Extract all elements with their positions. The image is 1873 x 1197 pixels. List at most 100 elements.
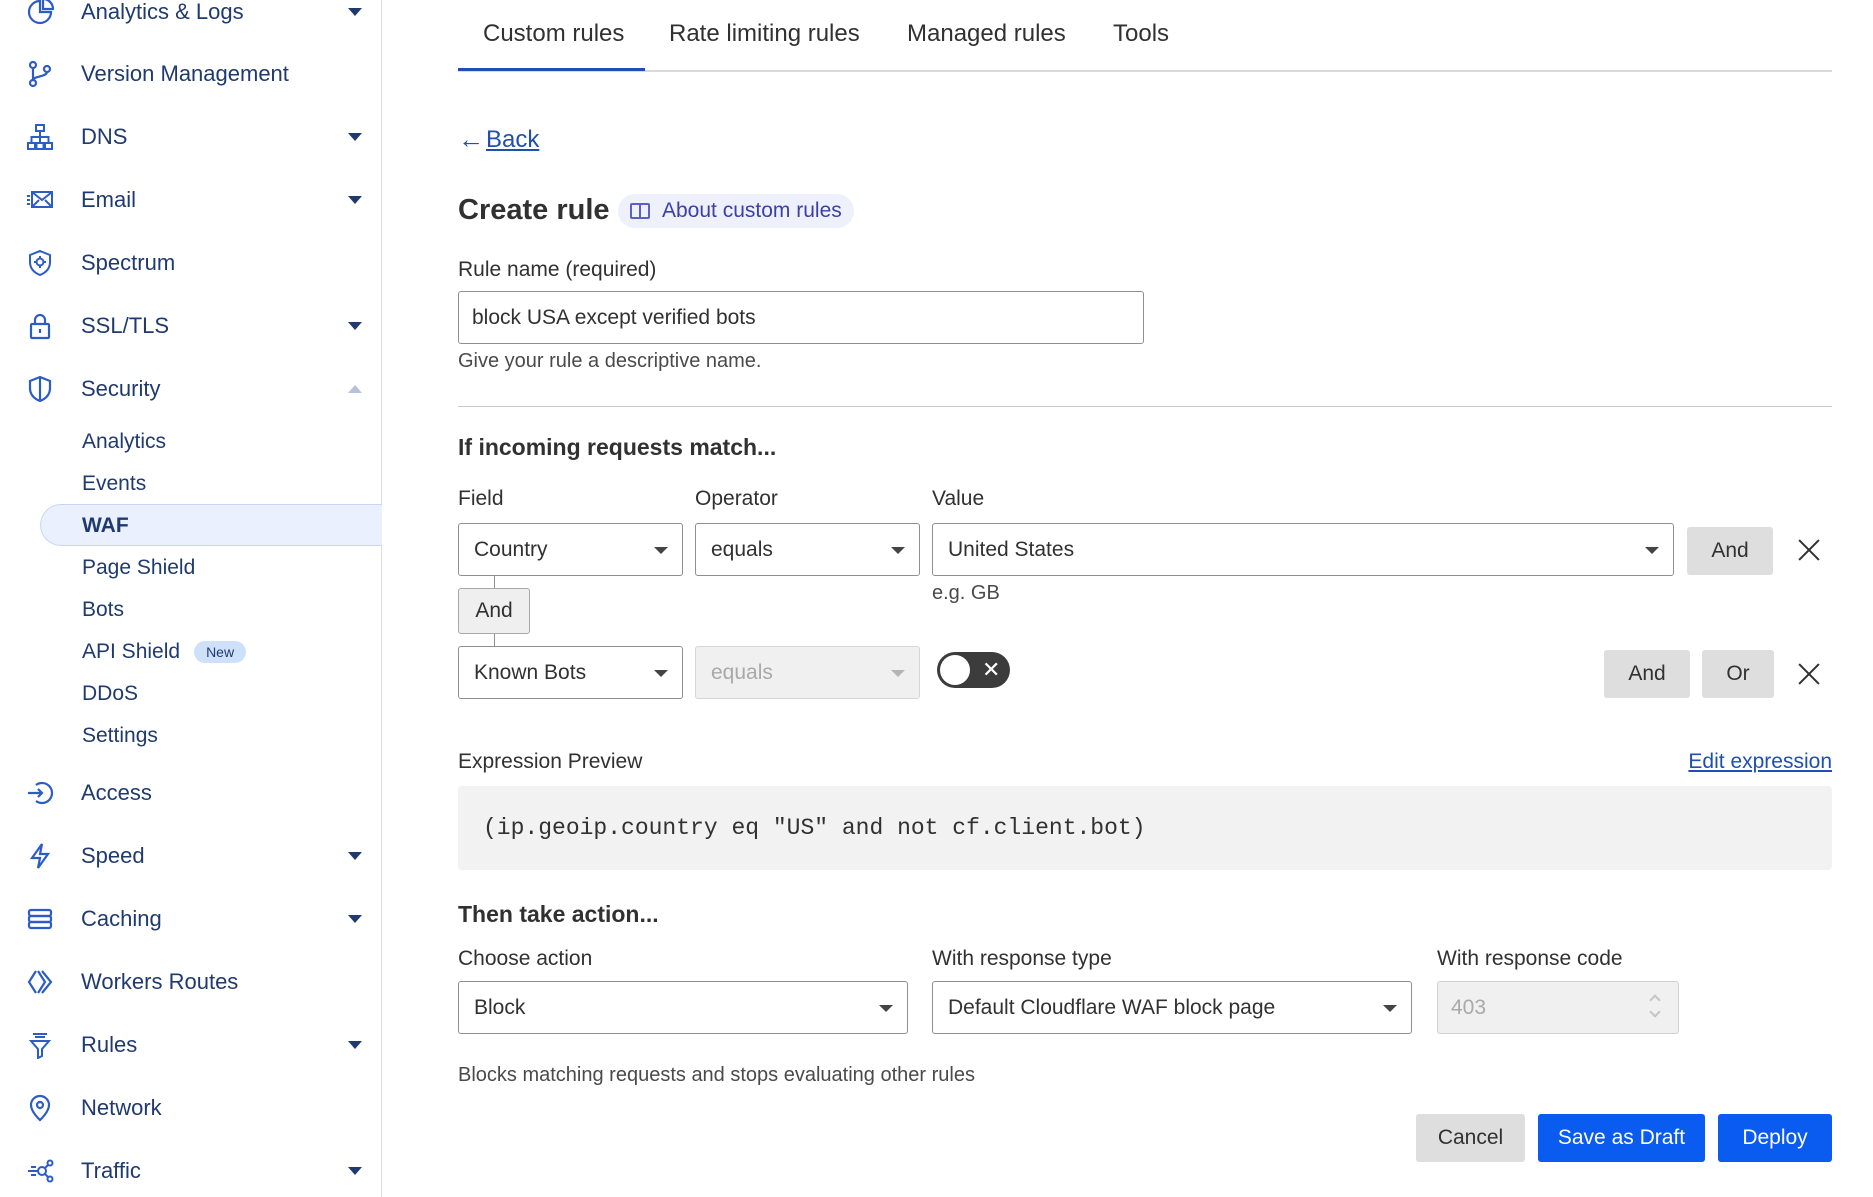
connector-and-button[interactable]: And (458, 588, 530, 634)
sidebar-item-ssl-tls[interactable]: SSL/TLS (0, 298, 382, 354)
deploy-button[interactable]: Deploy (1718, 1114, 1832, 1162)
cancel-button[interactable]: Cancel (1416, 1114, 1525, 1162)
sidebar: Analytics & Logs Version Management DNS … (0, 0, 382, 1197)
back-link[interactable]: ← Back (458, 124, 539, 155)
sidebar-item-label: Rules (81, 1032, 138, 1057)
response-type-select[interactable]: Default Cloudflare WAF block page (932, 981, 1412, 1034)
value-column-label: Value (932, 487, 985, 510)
active-tab-indicator (458, 68, 645, 71)
sidebar-item-label: DNS (81, 124, 128, 149)
field-select-1[interactable]: Country (458, 523, 683, 576)
about-link-label: About custom rules (662, 199, 842, 222)
sidebar-subitem-analytics[interactable]: Analytics (82, 422, 166, 462)
section-divider (458, 406, 1832, 407)
sidebar-subitem-bots[interactable]: Bots (82, 590, 124, 630)
network-tree-icon (24, 121, 56, 153)
sidebar-item-traffic[interactable]: Traffic (0, 1143, 382, 1197)
connector-line (494, 576, 495, 588)
field-select-value: Country (474, 537, 548, 561)
lightning-icon (24, 840, 56, 872)
sidebar-item-rules[interactable]: Rules (0, 1017, 382, 1073)
response-type-label: With response type (932, 947, 1112, 970)
choose-action-select[interactable]: Block (458, 981, 908, 1034)
sidebar-item-label: Spectrum (81, 250, 176, 275)
sidebar-subitem-label: API Shield (82, 640, 181, 663)
and-button-2[interactable]: And (1604, 650, 1690, 698)
sidebar-item-network[interactable]: Network (0, 1080, 382, 1136)
rule-name-label: Rule name (required) (458, 258, 657, 281)
sidebar-item-label: Speed (81, 843, 145, 868)
field-select-value: Known Bots (474, 660, 587, 684)
sidebar-item-label: Workers Routes (81, 969, 239, 994)
sidebar-subitem-api-shield[interactable]: API Shield New (82, 632, 247, 672)
toggle-off-x-icon: ✕ (982, 657, 1001, 682)
sidebar-item-label: Analytics & Logs (81, 0, 244, 24)
book-icon (630, 203, 650, 219)
operator-column-label: Operator (695, 487, 778, 510)
save-as-draft-button[interactable]: Save as Draft (1538, 1114, 1705, 1162)
caret-down-icon (654, 546, 668, 554)
expression-preview-label: Expression Preview (458, 750, 643, 773)
sidebar-subitem-waf[interactable]: WAF (82, 506, 129, 546)
about-custom-rules-link[interactable]: About custom rules (618, 194, 854, 228)
chevron-up-icon (348, 385, 362, 393)
pie-chart-icon (24, 0, 56, 28)
action-section-title: Then take action... (458, 901, 659, 927)
chevron-down-icon (348, 322, 362, 330)
tab-tools[interactable]: Tools (1113, 20, 1169, 48)
workers-icon (24, 966, 56, 998)
lock-icon (24, 310, 56, 342)
sidebar-item-label: Security (81, 376, 161, 401)
operator-select-1[interactable]: equals (695, 523, 920, 576)
chevron-down-icon (348, 915, 362, 923)
operator-select-2: equals (695, 646, 920, 699)
operator-select-value: equals (711, 660, 773, 684)
edit-expression-link[interactable]: Edit expression (1688, 750, 1832, 774)
page-title: Create rule (458, 194, 610, 226)
sidebar-item-speed[interactable]: Speed (0, 828, 382, 884)
sidebar-item-email[interactable]: Email (0, 172, 382, 228)
traffic-nodes-icon (24, 1155, 56, 1187)
field-select-2[interactable]: Known Bots (458, 646, 683, 699)
chevron-down-icon (348, 196, 362, 204)
rule-name-help: Give your rule a descriptive name. (458, 350, 762, 372)
sidebar-subitem-ddos[interactable]: DDoS (82, 674, 138, 714)
rule-name-input[interactable]: block USA except verified bots (458, 291, 1144, 344)
chevron-down-icon (348, 133, 362, 141)
response-type-value: Default Cloudflare WAF block page (948, 995, 1276, 1019)
tab-bar: Custom rules Rate limiting rules Managed… (458, 0, 1832, 72)
chevron-down-icon (348, 1167, 362, 1175)
sidebar-subitem-events[interactable]: Events (82, 464, 146, 504)
tab-custom-rules[interactable]: Custom rules (483, 20, 624, 48)
remove-condition-2-close-icon[interactable] (1796, 661, 1822, 687)
sidebar-item-label: Traffic (81, 1158, 141, 1183)
shield-gear-icon (24, 247, 56, 279)
field-column-label: Field (458, 487, 504, 510)
expression-preview: (ip.geoip.country eq "US" and not cf.cli… (458, 786, 1832, 870)
sidebar-item-security[interactable]: Security (0, 361, 382, 417)
sidebar-subitem-settings[interactable]: Settings (82, 716, 158, 756)
sidebar-item-access[interactable]: Access (0, 765, 382, 821)
sidebar-item-label: SSL/TLS (81, 313, 170, 338)
sidebar-item-dns[interactable]: DNS (0, 109, 382, 165)
or-button-2[interactable]: Or (1702, 650, 1774, 698)
known-bots-toggle[interactable]: ✕ (937, 652, 1010, 688)
chevron-down-icon (348, 852, 362, 860)
sidebar-subitem-page-shield[interactable]: Page Shield (82, 548, 195, 588)
tab-managed-rules[interactable]: Managed rules (907, 20, 1066, 48)
sidebar-item-spectrum[interactable]: Spectrum (0, 235, 382, 291)
sidebar-item-version-management[interactable]: Version Management (0, 46, 382, 102)
and-button-1[interactable]: And (1687, 527, 1773, 575)
remove-condition-1-close-icon[interactable] (1796, 537, 1822, 563)
value-select-1[interactable]: United States (932, 523, 1674, 576)
sidebar-item-analytics-logs[interactable]: Analytics & Logs (0, 0, 382, 40)
choose-action-label: Choose action (458, 947, 593, 970)
caret-down-icon (1645, 546, 1659, 554)
sidebar-item-workers-routes[interactable]: Workers Routes (0, 954, 382, 1010)
chevron-down-icon (348, 8, 362, 16)
sidebar-item-caching[interactable]: Caching (0, 891, 382, 947)
tab-rate-limiting-rules[interactable]: Rate limiting rules (669, 20, 860, 48)
sidebar-item-label: Version Management (81, 61, 289, 86)
sidebar-item-label: Caching (81, 906, 162, 931)
sidebar-item-label: Access (81, 780, 152, 805)
